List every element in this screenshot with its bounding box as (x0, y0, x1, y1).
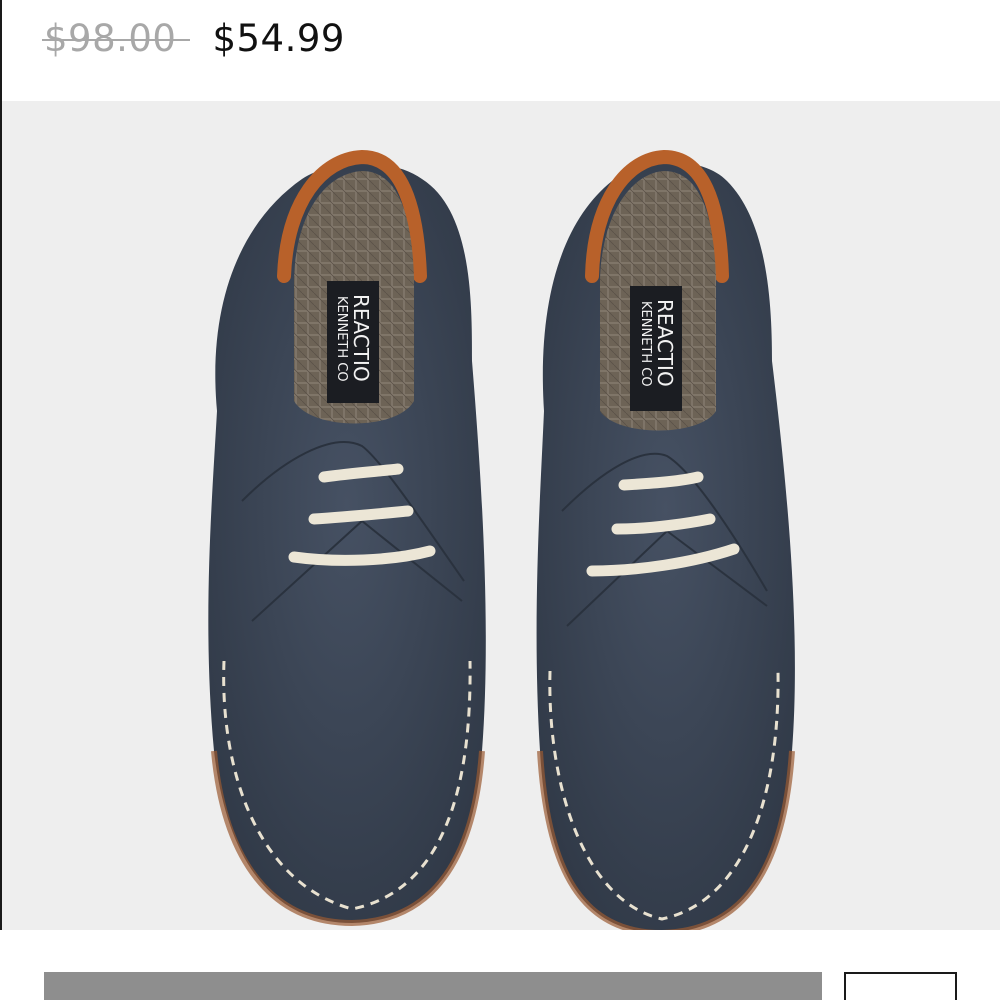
brand-label-right-line2: REACTIO (653, 299, 677, 387)
brand-label-left-line1: KENNETH CO (334, 296, 349, 382)
price-row: $98.00 $54.99 (41, 14, 345, 62)
product-photo[interactable]: KENNETH CO REACTIO KENNETH CO REACTIO (2, 101, 1000, 934)
buy-button[interactable] (44, 972, 822, 1000)
original-price: $98.00 (41, 16, 191, 60)
brand-label-left-line2: REACTIO (349, 294, 373, 382)
sale-price: $54.99 (212, 16, 345, 60)
left-shoe: KENNETH CO REACTIO (208, 149, 486, 927)
brand-label-right-line1: KENNETH CO (638, 301, 653, 387)
right-shoe: KENNETH CO REACTIO (536, 149, 795, 934)
like-button[interactable] (844, 972, 957, 1000)
